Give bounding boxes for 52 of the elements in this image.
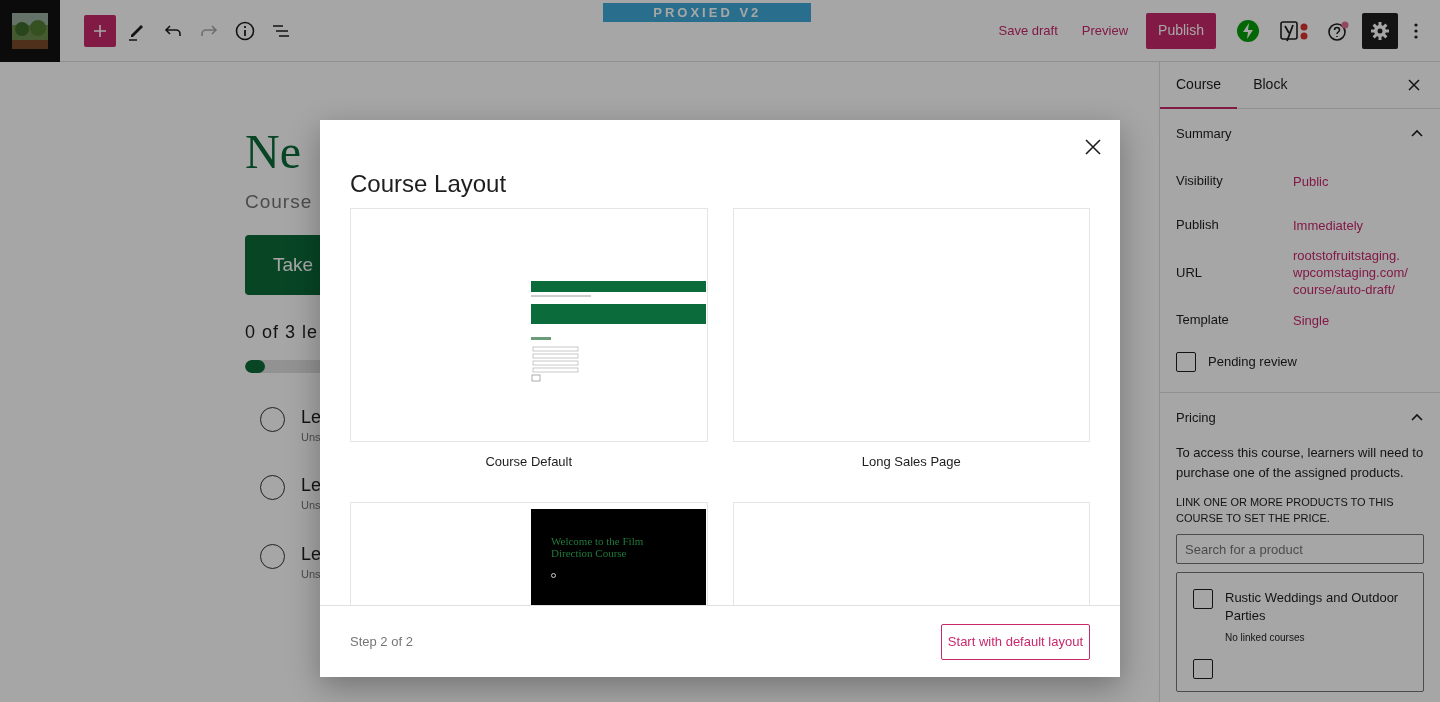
field-label: Template xyxy=(1176,311,1230,330)
default-layout-button[interactable]: Start with default layout xyxy=(940,623,1090,660)
lesson-status: Uns xyxy=(301,566,322,582)
layout-card[interactable] xyxy=(350,208,708,442)
field-label: Publish xyxy=(1176,216,1220,235)
field-label: Visibility xyxy=(1176,172,1224,191)
product-name: Rustic Weddings and Outdoor Parties xyxy=(1225,589,1400,625)
lesson-status: Uns xyxy=(301,498,322,513)
checkbox[interactable] xyxy=(1176,352,1196,372)
panel-title[interactable]: Pricing xyxy=(1176,408,1216,428)
pricing-hint: LINK ONE OR MORE PRODUCTS TO THIS COURSE TO SET THE PRICE. xyxy=(1176,495,1395,526)
field-value[interactable]: Immediately xyxy=(1293,216,1364,234)
lesson-title[interactable]: Le xyxy=(301,475,322,495)
course-subtitle: Course xyxy=(245,190,314,214)
field-label: URL xyxy=(1176,263,1203,282)
yoast-icon[interactable] xyxy=(1280,18,1310,43)
site-logo[interactable] xyxy=(0,0,60,62)
lesson-title[interactable]: Le xyxy=(301,543,322,564)
publish-button[interactable]: Publish xyxy=(1146,12,1216,49)
sidebar-tab[interactable]: Block xyxy=(1237,61,1304,109)
toolbar-link[interactable]: Preview xyxy=(1075,20,1135,41)
close-icon[interactable] xyxy=(1408,79,1420,91)
pricing-description: To access this course, learners will need to purchase one of the assigned products. xyxy=(1176,444,1424,482)
field-value[interactable]: Public xyxy=(1293,172,1329,190)
panel-title[interactable]: Summary xyxy=(1176,124,1232,144)
close-icon[interactable] xyxy=(1085,139,1101,155)
search-field[interactable]: Search for a product xyxy=(1176,534,1424,564)
progress-text: 0 of 3 le xyxy=(245,320,319,344)
add-block-button[interactable] xyxy=(84,14,116,47)
layout-card[interactable]: Welcome to the Film Direction Course xyxy=(350,501,708,605)
field-value[interactable]: Single xyxy=(1293,311,1330,329)
lightning-icon[interactable] xyxy=(1236,18,1260,43)
more-icon[interactable] xyxy=(1414,22,1418,39)
settings-button[interactable] xyxy=(1362,12,1398,49)
sidebar-tab[interactable]: Course xyxy=(1160,61,1238,109)
lesson-status: Uns xyxy=(301,429,322,445)
toolbar-link[interactable]: Save draft xyxy=(992,20,1064,41)
preview-heading: Welcome to the Film Direction Course xyxy=(551,534,645,559)
field-value[interactable]: rootstofruitstaging. wpcomstaging.com/ course/auto-draft/ xyxy=(1293,247,1408,298)
product-note: No linked courses xyxy=(1225,631,1306,645)
step-indicator: Step 2 of 2 xyxy=(350,632,413,651)
modal-title: Course Layout xyxy=(350,169,508,199)
checkbox[interactable] xyxy=(1193,589,1213,609)
checkbox[interactable] xyxy=(1193,659,1213,679)
lesson-title[interactable]: Le xyxy=(301,406,322,427)
settings-icon xyxy=(1370,20,1390,41)
plus-icon xyxy=(93,23,107,38)
layout-label: Long Sales Page xyxy=(860,453,962,471)
checkbox-label: Pending review xyxy=(1208,353,1297,372)
info-icon[interactable] xyxy=(234,19,256,42)
layout-label: Course Default xyxy=(484,453,574,471)
proxy-badge: PROXIED V2 xyxy=(603,3,812,22)
